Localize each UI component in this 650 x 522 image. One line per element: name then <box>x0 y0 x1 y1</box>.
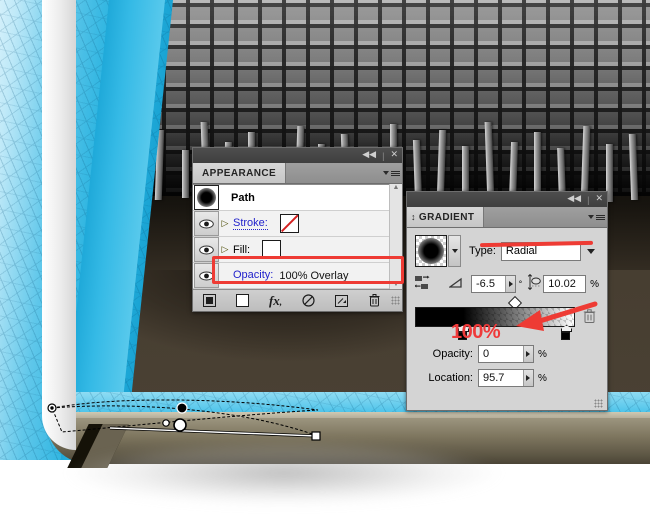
gradient-thumbnail[interactable] <box>415 235 447 267</box>
add-new-fill-button[interactable] <box>226 294 259 307</box>
path-thumbnail <box>194 185 219 210</box>
gradient-slider-area: 100% <box>415 295 599 343</box>
device-left-edge <box>42 0 76 450</box>
add-new-effect-button[interactable]: fx, <box>259 293 292 309</box>
device-drop-shadow <box>4 430 564 516</box>
disclosure-triangle-stroke[interactable]: ▷ <box>219 218 231 229</box>
scroll-down-icon[interactable]: ▼ <box>393 281 400 289</box>
gradient-type-value: Radial <box>505 245 538 257</box>
gradient-location-input[interactable] <box>479 372 523 384</box>
appearance-scrollbar[interactable]: ▲ ▼ <box>389 184 402 289</box>
gradient-location-unit: % <box>538 372 547 384</box>
add-new-stroke-button[interactable] <box>193 294 226 307</box>
angle-icon <box>448 277 463 291</box>
gradient-type-label: Type: <box>469 245 496 257</box>
titlebar-separator: | <box>382 150 385 161</box>
stroke-swatch-none-icon[interactable] <box>279 214 299 233</box>
gradient-type-select-arrow[interactable] <box>583 242 599 260</box>
close-icon[interactable]: ✕ <box>390 151 398 160</box>
visibility-eye-icon-opacity[interactable] <box>194 263 219 288</box>
metal-rod <box>484 122 495 202</box>
gradient-panel-titlebar[interactable]: ◀◀ | ✕ <box>407 192 607 207</box>
gradient-stop-right[interactable] <box>561 325 572 340</box>
appearance-panel-menu-icon[interactable] <box>380 163 402 183</box>
appearance-row-stroke[interactable]: ▷ Stroke: <box>193 211 389 237</box>
chevron-down-icon <box>587 215 594 219</box>
gradient-opacity-unit: % <box>538 348 547 360</box>
gradient-location-field[interactable] <box>478 369 534 387</box>
gradient-angle-unit: ° <box>518 279 523 289</box>
delete-item-button[interactable] <box>358 294 391 307</box>
tab-appearance-label: APPEARANCE <box>202 167 277 179</box>
gradient-type-row: Type: Radial <box>415 235 599 267</box>
collapse-icon[interactable]: ◀◀ <box>567 195 581 204</box>
tab-grip-icon: ↕ <box>411 212 416 222</box>
gradient-type-select[interactable]: Radial <box>500 241 581 261</box>
tab-gradient[interactable]: ↕ GRADIENT <box>407 207 485 227</box>
gradient-panel-body: Type: Radial ° <box>407 228 607 396</box>
tab-appearance[interactable]: APPEARANCE <box>193 163 287 183</box>
appearance-row-path-label: Path <box>231 191 255 204</box>
appearance-panel[interactable]: ◀◀ | ✕ APPEARANCE Path ▷ Stroke: ▷ Fill:… <box>192 147 403 312</box>
appearance-list: Path ▷ Stroke: ▷ Fill: Opacity: 100% Ove… <box>193 184 389 289</box>
gradient-opacity-label: Opacity: <box>432 348 473 360</box>
gradient-location-row: Location: % <box>415 369 599 387</box>
gradient-panel-menu-icon[interactable] <box>585 207 607 227</box>
appearance-row-fill-label: Fill: <box>233 243 251 256</box>
clear-appearance-button[interactable] <box>292 294 325 307</box>
close-icon[interactable]: ✕ <box>595 195 603 204</box>
gradient-aspect-field[interactable] <box>543 275 587 293</box>
appearance-row-path[interactable]: Path <box>193 185 389 211</box>
gradient-panel[interactable]: ◀◀ | ✕ ↕ GRADIENT Type: Radial -6.5 ° 10… <box>406 191 608 411</box>
visibility-eye-icon-stroke[interactable] <box>194 211 219 236</box>
appearance-panel-titlebar[interactable]: ◀◀ | ✕ <box>193 148 402 163</box>
delete-gradient-stop-icon[interactable] <box>583 309 596 327</box>
gradient-location-stepper[interactable] <box>522 370 533 386</box>
appearance-row-stroke-label[interactable]: Stroke: <box>233 217 268 230</box>
appearance-tab-row: APPEARANCE <box>193 163 402 184</box>
titlebar-separator: | <box>587 194 590 205</box>
appearance-footer-toolbar: fx, <box>193 289 402 311</box>
disclosure-triangle-fill[interactable]: ▷ <box>219 244 231 255</box>
hamburger-icon <box>390 170 400 176</box>
tab-filler <box>484 207 585 227</box>
aspect-ratio-icon <box>527 273 542 294</box>
duplicate-item-button[interactable] <box>325 294 358 307</box>
gradient-panel-footer <box>407 396 607 410</box>
gradient-stop-percentage-annotation: 100% <box>451 321 501 343</box>
gradient-angle-row: ° % <box>414 273 599 294</box>
resize-grip-icon[interactable] <box>594 399 603 408</box>
tab-gradient-label: GRADIENT <box>418 211 475 223</box>
gradient-angle-input[interactable] <box>472 278 506 290</box>
gradient-opacity-input[interactable] <box>479 348 523 360</box>
reverse-gradient-icon[interactable] <box>414 275 433 294</box>
gradient-location-label: Location: <box>428 372 473 384</box>
gradient-opacity-field[interactable] <box>478 345 534 363</box>
metal-rod <box>534 132 541 200</box>
scroll-up-icon[interactable]: ▲ <box>393 184 400 192</box>
gradient-tab-row: ↕ GRADIENT <box>407 207 607 228</box>
gradient-angle-stepper[interactable] <box>505 276 515 292</box>
chevron-down-icon <box>382 171 389 175</box>
metal-rod <box>628 134 639 200</box>
gradient-preset-dropdown-icon[interactable] <box>448 235 461 267</box>
appearance-row-opacity-label[interactable]: Opacity: <box>233 269 274 282</box>
metal-rod <box>436 130 447 200</box>
gradient-angle-field[interactable] <box>471 275 516 293</box>
appearance-row-opacity-value[interactable]: 100% Overlay <box>279 270 348 282</box>
gradient-aspect-unit: % <box>590 278 599 290</box>
gradient-opacity-row: Opacity: % <box>415 345 599 363</box>
gradient-aspect-input[interactable] <box>544 278 586 290</box>
tab-filler <box>286 163 380 183</box>
visibility-eye-icon-fill[interactable] <box>194 237 219 262</box>
collapse-icon[interactable]: ◀◀ <box>362 151 376 160</box>
hamburger-icon <box>595 214 605 220</box>
metal-rod <box>182 150 189 198</box>
appearance-row-fill[interactable]: ▷ Fill: <box>193 237 389 263</box>
appearance-row-opacity[interactable]: Opacity: 100% Overlay <box>193 263 389 289</box>
gradient-opacity-stepper[interactable] <box>522 346 533 362</box>
resize-grip-icon[interactable] <box>391 296 400 305</box>
fill-swatch-gradient-icon[interactable] <box>262 240 282 259</box>
